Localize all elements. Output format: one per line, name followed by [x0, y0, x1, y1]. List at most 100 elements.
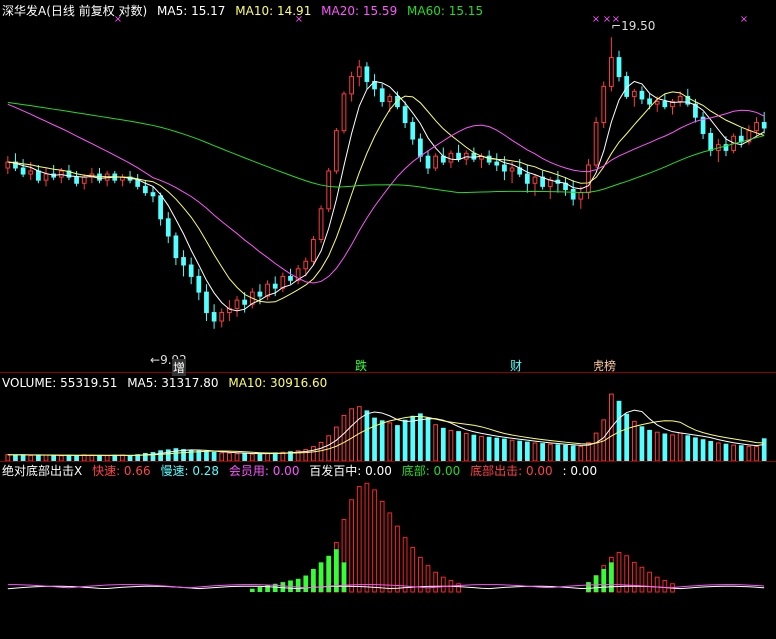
candle-body [97, 173, 102, 181]
candle-body [708, 132, 714, 151]
candle-body [456, 152, 461, 160]
candle-body [211, 312, 217, 322]
candle-body [448, 152, 454, 163]
stock-chart: × × × × × × [5, 14, 767, 593]
candle-body [288, 275, 293, 281]
candle-body [593, 122, 599, 166]
indicator-green-bar [257, 587, 263, 592]
candle-body [36, 170, 41, 181]
volume-bar [211, 451, 217, 462]
indicator-red-bar [410, 547, 416, 593]
candle-body [257, 291, 263, 297]
volume-bar [364, 410, 370, 462]
volume-bar [165, 449, 171, 462]
candle-body [341, 93, 347, 132]
indicator-red-bar [387, 512, 393, 593]
candle-body [425, 155, 431, 169]
volume-ma5-readout: MA5: 31317.80 [127, 376, 219, 390]
candle-body [471, 152, 477, 160]
candle-body [356, 66, 362, 78]
volume-bar [524, 441, 530, 462]
candle-body [379, 88, 385, 103]
candle-body [333, 130, 339, 172]
signal-mark: × [592, 14, 600, 25]
volume-bar [593, 432, 599, 462]
candle-body [502, 164, 507, 172]
candle-body [234, 299, 240, 309]
event-tag-die[interactable]: 跌 [355, 357, 367, 374]
volume-bar [448, 429, 454, 462]
volume-bar [158, 450, 163, 462]
volume-bar [387, 422, 393, 462]
volume-readout: VOLUME: 55319.51 [2, 376, 118, 390]
volume-ma10-readout: MA10: 30916.60 [228, 376, 328, 390]
candle-body [303, 260, 309, 270]
candle-body [654, 101, 660, 105]
event-tag-zeng[interactable]: 增 [172, 359, 187, 376]
candle-body [547, 179, 553, 187]
candle-body [142, 185, 148, 194]
candle-body [578, 192, 584, 200]
indicator-red-bar [433, 571, 439, 593]
candle-body [418, 138, 423, 157]
indicator-green-bar [341, 562, 347, 592]
candle-body [524, 173, 530, 184]
candle-body [463, 152, 469, 160]
volume-bar [540, 443, 545, 462]
volume-bar [463, 432, 469, 462]
volume-bar [700, 439, 706, 462]
candle-body [173, 235, 179, 259]
candle-body [410, 122, 416, 140]
indicator-red-bar [662, 579, 668, 593]
candle-body [387, 95, 393, 103]
candle-body [609, 57, 614, 87]
volume-bar [723, 443, 729, 462]
volume-header: VOLUME: 55319.51 MA5: 31317.80 MA10: 309… [2, 376, 333, 390]
indicator-fast: 快速: 0.66 [92, 464, 151, 478]
candle-body [265, 283, 270, 297]
candle-body [20, 167, 26, 175]
indicator-green-bar [295, 578, 301, 592]
candle-body [158, 195, 163, 220]
candle-body [601, 85, 607, 124]
ma10-readout: MA10: 14.91 [235, 4, 312, 18]
candle-body [311, 239, 316, 262]
candle-body [150, 192, 156, 197]
volume-bar [715, 442, 721, 462]
candle-body [677, 95, 683, 103]
candle-body [74, 176, 79, 184]
candle-body [242, 299, 248, 305]
ma20-readout: MA20: 15.59 [321, 4, 398, 18]
volume-bar [662, 433, 668, 462]
volume-bar [654, 431, 660, 462]
candle-body [616, 57, 622, 78]
indicator-red-bar [639, 566, 645, 593]
indicator-red-bar [379, 500, 385, 593]
volume-bar [563, 444, 568, 462]
volume-bar [311, 446, 316, 462]
indicator-green-bar [601, 568, 607, 592]
event-tag-cai[interactable]: 财 [510, 357, 522, 374]
volume-bar [738, 445, 744, 462]
volume-bar [670, 434, 675, 462]
panel-separator-2 [0, 461, 776, 462]
ma20-line [7, 103, 765, 284]
indicator-green-bar [609, 562, 614, 592]
volume-bar [624, 413, 630, 462]
indicator-green-bar [249, 588, 255, 592]
volume-bar [532, 442, 538, 462]
event-tag-bang[interactable]: 龙虎榜 [594, 357, 616, 374]
volume-bar [425, 417, 431, 462]
price-header: 深华发A(日线 前复权 对数) MA5: 15.17 MA10: 14.91 M… [2, 4, 489, 18]
volume-bar [333, 426, 339, 462]
candle-body [570, 189, 576, 200]
volume-bar [181, 449, 186, 462]
candle-body [188, 264, 194, 277]
volume-bar [547, 443, 553, 462]
candle-body [631, 90, 637, 97]
candle-body [81, 176, 87, 184]
volume-bar [494, 437, 500, 462]
volume-bar [219, 452, 225, 462]
candle-body [761, 122, 767, 129]
indicator-slow: 慢速: 0.28 [160, 464, 220, 478]
